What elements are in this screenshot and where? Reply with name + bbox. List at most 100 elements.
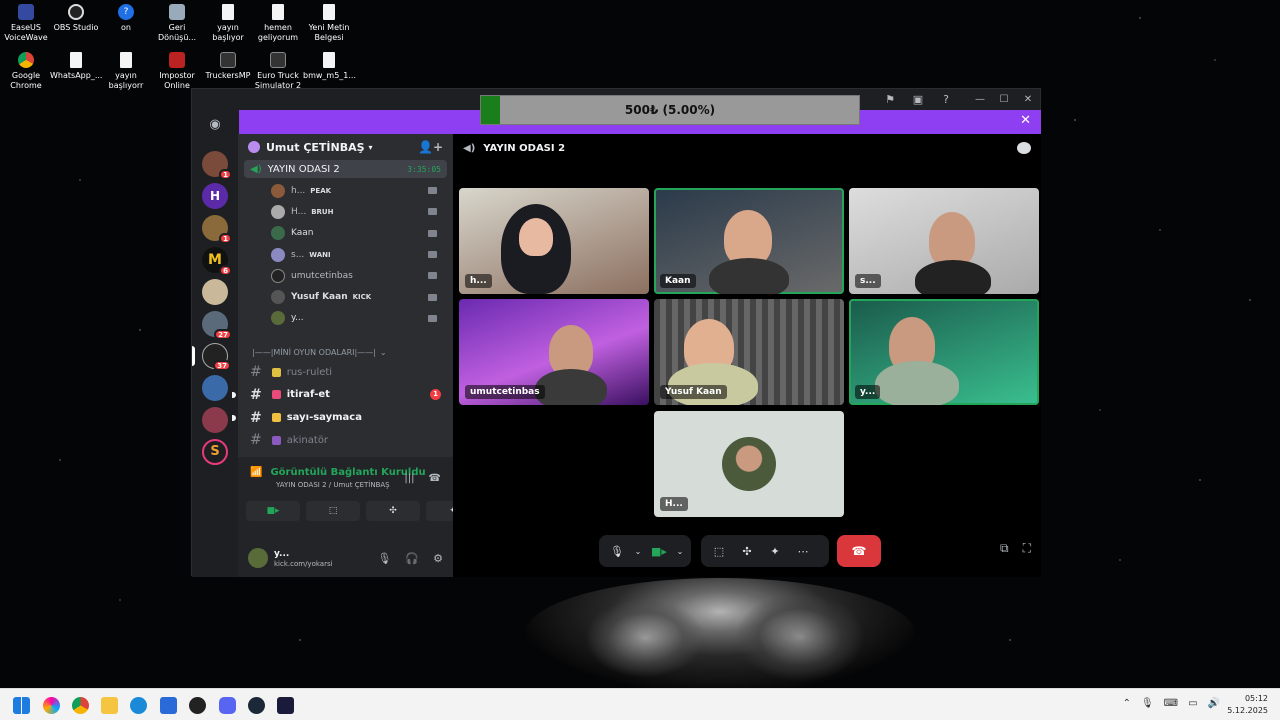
desktop-icon-chrome[interactable]: Google Chrome [0,52,52,91]
chevron-up-icon[interactable]: ⌃ [1123,698,1131,709]
avatar[interactable] [248,548,268,568]
obs-icon [68,4,84,20]
microphone-icon[interactable]: 🎙 [1141,698,1154,709]
server-icon[interactable]: M6 [202,247,232,276]
user-info[interactable]: y... kick.com/yokarsi [274,549,333,568]
text-channel[interactable]: # sayı-saymaca [232,406,453,429]
text-channel[interactable]: # rus-ruleti [238,361,453,384]
server-icon[interactable]: S [202,439,228,465]
windows-start-icon[interactable] [13,697,30,714]
category-header[interactable]: |——|MİNİ OYUN ODALARI|——| ⌄ [238,343,453,361]
edge-icon[interactable] [130,697,147,714]
copilot-icon[interactable] [43,697,60,714]
voice-member[interactable]: s... WANI [238,244,453,265]
disconnect-icon[interactable]: ☎ [429,473,441,484]
member-name: y... [291,313,304,324]
microphone-icon[interactable]: 🎙 [377,552,391,565]
screen-icon[interactable]: ▣ [910,91,926,107]
progress-text: 500₺ (5.00%) [624,103,716,117]
steam-icon[interactable] [248,697,265,714]
camera-icon[interactable]: ■▸ [647,545,671,558]
desktop-icon-impostor[interactable]: Impostor Online [151,52,203,91]
inbox-icon[interactable]: ⚑ [882,91,898,107]
file-explorer-icon[interactable] [101,697,118,714]
more-icon[interactable]: ⋯ [791,545,815,558]
voice-member[interactable]: Kaan [238,223,453,244]
network-icon[interactable]: ▭ [1188,698,1197,709]
voice-member[interactable]: y... [238,308,453,329]
discord-home-icon[interactable]: ◉ [204,117,226,133]
avatar [271,311,285,326]
server-icon[interactable] [202,407,228,433]
store-icon[interactable] [160,697,177,714]
chevron-down-icon[interactable]: ⌄ [675,547,685,556]
banner-close-icon[interactable]: ✕ [1020,113,1031,128]
volume-icon[interactable]: 🔊 [1208,698,1220,709]
video-tile[interactable]: Yusuf Kaan [654,299,844,405]
text-channel[interactable]: # akinatör [238,429,453,452]
desktop-icon-file[interactable]: yayın başlıyor [202,4,254,43]
noise-suppression-icon[interactable]: ||| [404,473,414,484]
leave-call-button[interactable]: ☎ [837,535,881,567]
keyboard-icon[interactable]: ⌨ [1164,698,1178,709]
discord-icon[interactable] [219,697,236,714]
server-icon[interactable]: 37 [202,343,231,371]
clock-time: 05:12 [1244,694,1268,703]
soundboard-icon[interactable]: ✦ [763,545,787,558]
desktop-icon-file[interactable]: hemen geliyorum [252,4,304,43]
maximize-button[interactable]: ☐ [992,89,1016,109]
fullscreen-icon[interactable]: ⛶ [1023,541,1031,556]
settings-gear-icon[interactable]: ⚙ [433,552,443,565]
help-icon[interactable]: ? [938,91,954,107]
camera-button[interactable]: ■▸ [246,501,300,521]
desktop-icon-label: OBS Studio [53,23,99,32]
desktop-icon-obs[interactable]: OBS Studio [50,4,102,33]
chat-bubble-icon[interactable] [1017,142,1031,154]
voice-channel-row[interactable]: ◀) YAYIN ODASI 2 3:35:05 [244,160,447,178]
screen-share-button[interactable]: ⬚ [306,501,360,521]
video-tile[interactable]: Kaan [654,188,844,294]
server-icon[interactable] [202,279,228,305]
server-icon[interactable]: 1 [202,215,232,244]
member-name: Yusuf Kaan [291,292,348,303]
voice-member[interactable]: H... BRUH [238,201,453,222]
close-window-button[interactable]: ✕ [1016,89,1040,109]
voice-member[interactable]: Yusuf Kaan KICK [238,286,453,307]
popout-icon[interactable]: ⧉ [1000,541,1009,556]
headphones-icon[interactable]: 🎧 [405,552,419,565]
desktop-icon-file[interactable]: bmw_m5_1... [303,52,356,81]
desktop-icon-ets2[interactable]: Euro Truck Simulator 2 [252,52,304,91]
video-tile[interactable]: y... [849,299,1039,405]
activities-button[interactable]: ✣ [366,501,420,521]
voice-member[interactable]: umutcetinbas [238,265,453,286]
clock[interactable]: 05:12 5.12.2025 [1227,693,1268,717]
server-icon[interactable]: 27 [202,311,232,340]
desktop-icon-truckersmp[interactable]: TruckersMP [202,52,254,81]
microphone-icon[interactable]: 🎙 [605,545,629,558]
server-icon[interactable]: 1 [202,151,232,180]
desktop-icon-easeus[interactable]: EaseUS VoiceWave [0,4,52,43]
guild-header[interactable]: Umut ÇETİNBAŞ ▾ 👤+ [238,134,453,160]
video-tile[interactable]: h... [459,188,649,294]
desktop-icon-file[interactable]: WhatsApp_... [50,52,102,81]
server-icon[interactable]: H [202,183,228,209]
desktop-icon-file[interactable]: Yeni Metin Belgesi [303,4,355,43]
video-tile[interactable]: s... [849,188,1039,294]
minimize-button[interactable]: — [968,89,992,109]
tile-name: H... [660,497,688,511]
add-member-icon[interactable]: 👤+ [418,140,443,154]
app-icon[interactable] [277,697,294,714]
video-tile[interactable]: H... [654,411,844,517]
desktop-icon-file[interactable]: yayın başlıyorr [100,52,152,91]
text-channel[interactable]: # itiraf-et 1 [232,384,453,407]
server-icon[interactable] [202,375,228,401]
screen-share-icon[interactable]: ⬚ [707,545,731,558]
activities-icon[interactable]: ✣ [735,545,759,558]
video-tile[interactable]: umutcetinbas [459,299,649,405]
chevron-down-icon[interactable]: ⌄ [633,547,643,556]
desktop-icon-on[interactable]: ? on [100,4,152,33]
desktop-icon-recycle-bin[interactable]: Geri Dönüşü... [151,4,203,43]
obs-icon[interactable] [189,697,206,714]
chrome-icon[interactable] [72,697,89,714]
voice-member[interactable]: h... PEAK [238,180,453,201]
